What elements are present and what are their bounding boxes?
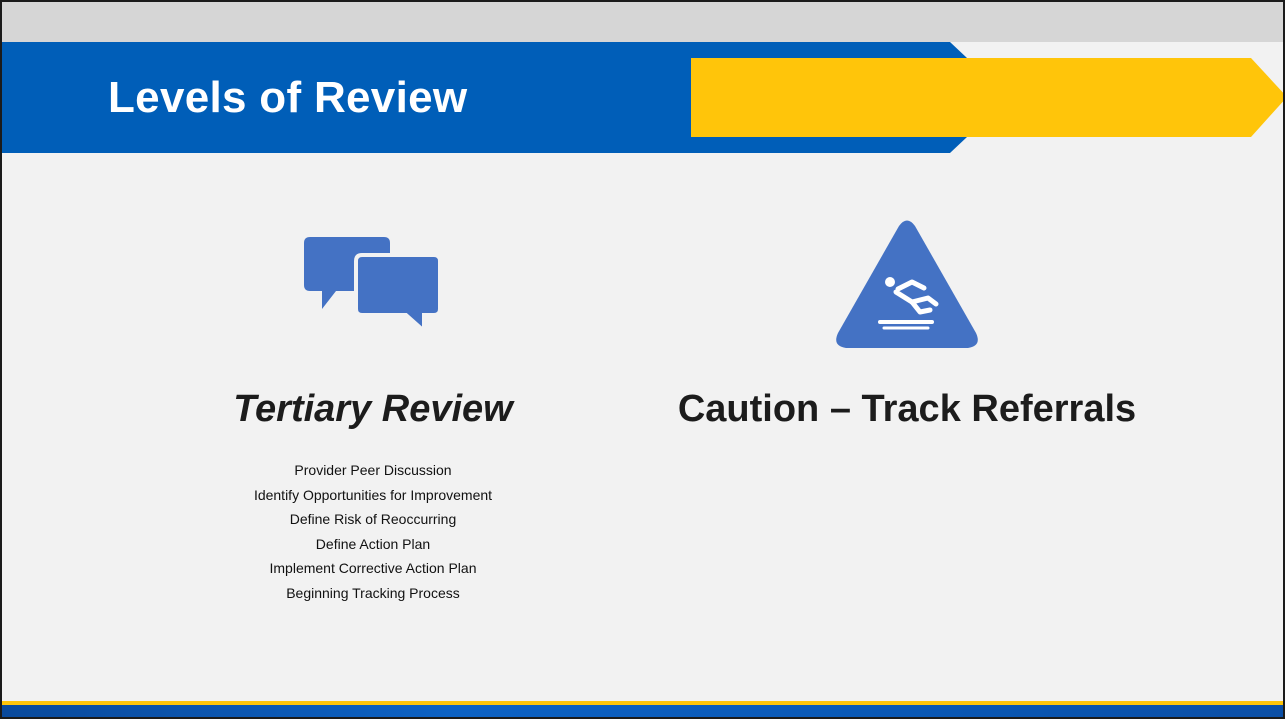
- footer-band: [2, 705, 1283, 717]
- list-item: Define Risk of Reoccurring: [289, 511, 457, 528]
- list-item: Identify Opportunities for Improvement: [253, 486, 493, 503]
- list-item: Implement Corrective Action Plan: [269, 560, 477, 577]
- slide-title: Levels of Review: [108, 73, 468, 122]
- tertiary-review-heading: Tertiary Review: [233, 388, 513, 430]
- list-item: Define Action Plan: [315, 535, 431, 552]
- review-steps-list: Provider Peer Discussion Identify Opport…: [173, 458, 573, 606]
- speech-bubbles-icon: [304, 237, 442, 335]
- caution-heading: Caution – Track Referrals: [677, 388, 1137, 430]
- list-item: Provider Peer Discussion: [294, 462, 452, 478]
- caution-slippery-floor-icon: [836, 220, 978, 348]
- top-band: [2, 2, 1283, 42]
- list-item: Beginning Tracking Process: [286, 584, 460, 601]
- slide: Levels of Review Tertiary Review Caution…: [0, 0, 1285, 719]
- gold-arrow-accent: [691, 58, 1283, 137]
